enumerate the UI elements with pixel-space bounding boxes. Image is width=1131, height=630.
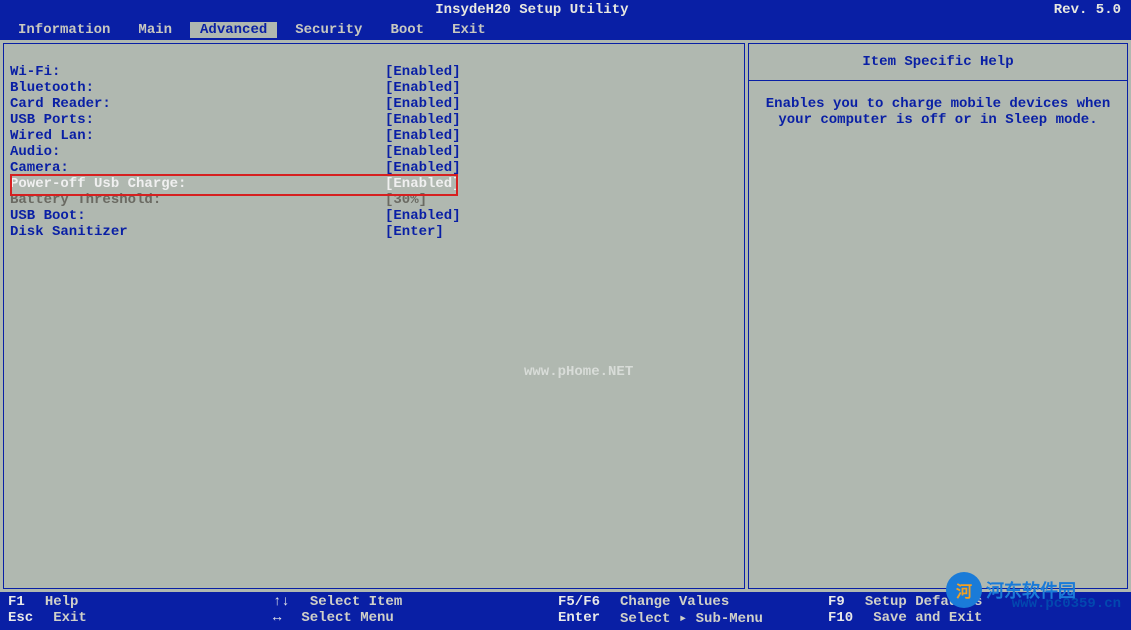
setting-row[interactable]: Power-off Usb Charge:[Enabled] — [10, 176, 738, 192]
footer-key: Esc — [8, 610, 33, 627]
menu-bar: Information Main Advanced Security Boot Exit — [0, 20, 1131, 40]
setting-value[interactable]: [Enabled] — [385, 160, 461, 176]
setting-value[interactable]: [Enabled] — [385, 144, 461, 160]
footer-row-2: Esc Exit ↔ Select Menu Enter Select ▸ Sub-Men… — [8, 610, 1123, 627]
setting-label: Disk Sanitizer — [10, 224, 385, 240]
footer-key: Enter — [558, 610, 600, 627]
setting-label: Audio: — [10, 144, 385, 160]
setting-label: Camera: — [10, 160, 385, 176]
menu-main[interactable]: Main — [128, 22, 182, 38]
setting-row[interactable]: USB Boot:[Enabled] — [10, 208, 738, 224]
setting-row[interactable]: Audio:[Enabled] — [10, 144, 738, 160]
footer-key: ↑↓ — [273, 594, 290, 610]
footer-key: F10 — [828, 610, 853, 627]
footer-key: F9 — [828, 594, 845, 610]
footer-label: Save and Exit — [873, 610, 982, 627]
footer-item: ↔ Select Menu — [273, 610, 558, 627]
setting-value[interactable]: [Enabled] — [385, 96, 461, 112]
setting-label: USB Boot: — [10, 208, 385, 224]
setting-label: Power-off Usb Charge: — [10, 176, 385, 192]
menu-exit[interactable]: Exit — [442, 22, 496, 38]
setting-row[interactable]: Bluetooth:[Enabled] — [10, 80, 738, 96]
footer-item: F10 Save and Exit — [828, 610, 982, 627]
setting-row[interactable]: Wi-Fi:[Enabled] — [10, 64, 738, 80]
help-content: Enables you to charge mobile devices whe… — [749, 81, 1127, 143]
footer-row-1: F1 Help ↑↓ Select Item F5/F6 Change Values F9 S… — [8, 594, 1123, 610]
footer-label: Change Values — [620, 594, 729, 610]
setting-row[interactable]: Card Reader:[Enabled] — [10, 96, 738, 112]
menu-security[interactable]: Security — [285, 22, 372, 38]
bios-version: Rev. 5.0 — [1054, 2, 1121, 18]
title-bar: InsydeH20 Setup Utility Rev. 5.0 — [0, 0, 1131, 20]
setting-label: Card Reader: — [10, 96, 385, 112]
setting-row[interactable]: Battery Threshold:[30%] — [10, 192, 738, 208]
setting-row[interactable]: Camera:[Enabled] — [10, 160, 738, 176]
footer-item: F9 Setup Defaults — [828, 594, 982, 610]
watermark-phome: www.pHome.NET — [524, 364, 633, 380]
setting-row[interactable]: Wired Lan:[Enabled] — [10, 128, 738, 144]
settings-panel: Wi-Fi:[Enabled]Bluetooth:[Enabled]Card R… — [3, 43, 745, 589]
help-header: Item Specific Help — [749, 44, 1127, 81]
setting-label: Wired Lan: — [10, 128, 385, 144]
footer-item: Esc Exit — [8, 610, 273, 627]
menu-advanced[interactable]: Advanced — [190, 22, 277, 38]
footer-label: Select ▸ Sub-Menu — [620, 610, 763, 627]
footer-key: ↔ — [273, 610, 281, 627]
footer-label: Exit — [53, 610, 87, 627]
setting-row[interactable]: Disk Sanitizer[Enter] — [10, 224, 738, 240]
setting-value[interactable]: [Enabled] — [385, 112, 461, 128]
footer-item: F5/F6 Change Values — [558, 594, 828, 610]
menu-information[interactable]: Information — [8, 22, 120, 38]
setting-value[interactable]: [Enter] — [385, 224, 444, 240]
setting-value[interactable]: [Enabled] — [385, 80, 461, 96]
setting-label: Battery Threshold: — [10, 192, 385, 208]
footer-label: Setup Defaults — [865, 594, 983, 610]
menu-boot[interactable]: Boot — [380, 22, 434, 38]
bios-window: InsydeH20 Setup Utility Rev. 5.0 Informa… — [0, 0, 1131, 630]
footer-item: Enter Select ▸ Sub-Menu — [558, 610, 828, 627]
setting-value[interactable]: [Enabled] — [385, 128, 461, 144]
main-area: Wi-Fi:[Enabled]Bluetooth:[Enabled]Card R… — [0, 40, 1131, 592]
help-panel: Item Specific Help Enables you to charge… — [748, 43, 1128, 589]
setting-value[interactable]: [Enabled] — [385, 64, 461, 80]
footer-item: F1 Help — [8, 594, 273, 610]
footer-key: F1 — [8, 594, 25, 610]
footer-bar: F1 Help ↑↓ Select Item F5/F6 Change Values F9 S… — [0, 592, 1131, 630]
footer-key: F5/F6 — [558, 594, 600, 610]
setting-value[interactable]: [Enabled] — [385, 208, 461, 224]
setting-label: USB Ports: — [10, 112, 385, 128]
footer-label: Select Item — [310, 594, 402, 610]
setting-value[interactable]: [30%] — [385, 192, 427, 208]
bios-title: InsydeH20 Setup Utility — [10, 2, 1054, 18]
setting-row[interactable]: USB Ports:[Enabled] — [10, 112, 738, 128]
setting-value[interactable]: [Enabled] — [385, 176, 461, 192]
setting-label: Bluetooth: — [10, 80, 385, 96]
setting-label: Wi-Fi: — [10, 64, 385, 80]
footer-item: ↑↓ Select Item — [273, 594, 558, 610]
footer-label: Select Menu — [301, 610, 393, 627]
footer-label: Help — [45, 594, 79, 610]
